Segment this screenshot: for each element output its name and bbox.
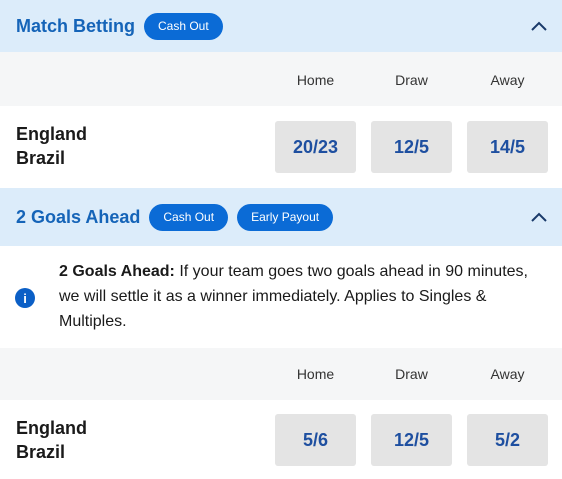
team-away: Brazil (16, 442, 66, 462)
market-title: 2 Goals Ahead (16, 206, 141, 227)
column-draw: Draw (395, 366, 428, 382)
column-headers: Home Draw Away (0, 348, 562, 400)
cash-out-badge: Cash Out (144, 12, 223, 40)
info-icon: i (15, 288, 35, 308)
odds-button-away[interactable]: 5/2 (467, 414, 548, 466)
odds-button-away[interactable]: 14/5 (467, 121, 548, 173)
column-away: Away (490, 366, 525, 382)
column-home: Home (296, 72, 335, 88)
market-header-match-betting[interactable]: Match Betting Cash Out (0, 0, 562, 52)
odds-button-home[interactable]: 5/6 (275, 414, 356, 466)
info-title: 2 Goals Ahead: (59, 263, 175, 280)
team-home: England (16, 124, 87, 144)
teams: England Brazil (16, 416, 87, 464)
chevron-up-icon[interactable] (530, 17, 548, 35)
odds-button-home[interactable]: 20/23 (275, 121, 356, 173)
match-row: England Brazil 20/23 12/5 14/5 (0, 106, 562, 188)
teams: England Brazil (16, 122, 87, 170)
match-row: England Brazil 5/6 12/5 5/2 (0, 400, 562, 479)
odds-button-draw[interactable]: 12/5 (371, 414, 452, 466)
market-title: Match Betting (16, 15, 135, 36)
cash-out-badge: Cash Out (149, 203, 229, 231)
column-home: Home (296, 366, 335, 382)
column-headers: Home Draw Away (0, 52, 562, 106)
odds-button-draw[interactable]: 12/5 (371, 121, 452, 173)
early-payout-badge: Early Payout (237, 203, 334, 231)
column-away: Away (490, 72, 525, 88)
info-text: 2 Goals Ahead: If your team goes two goa… (59, 259, 549, 334)
column-draw: Draw (395, 72, 428, 88)
promo-info: i 2 Goals Ahead: If your team goes two g… (0, 246, 562, 348)
chevron-up-icon[interactable] (530, 208, 548, 226)
team-away: Brazil (16, 148, 66, 168)
team-home: England (16, 418, 87, 438)
market-header-2-goals-ahead[interactable]: 2 Goals Ahead Cash Out Early Payout (0, 188, 562, 246)
